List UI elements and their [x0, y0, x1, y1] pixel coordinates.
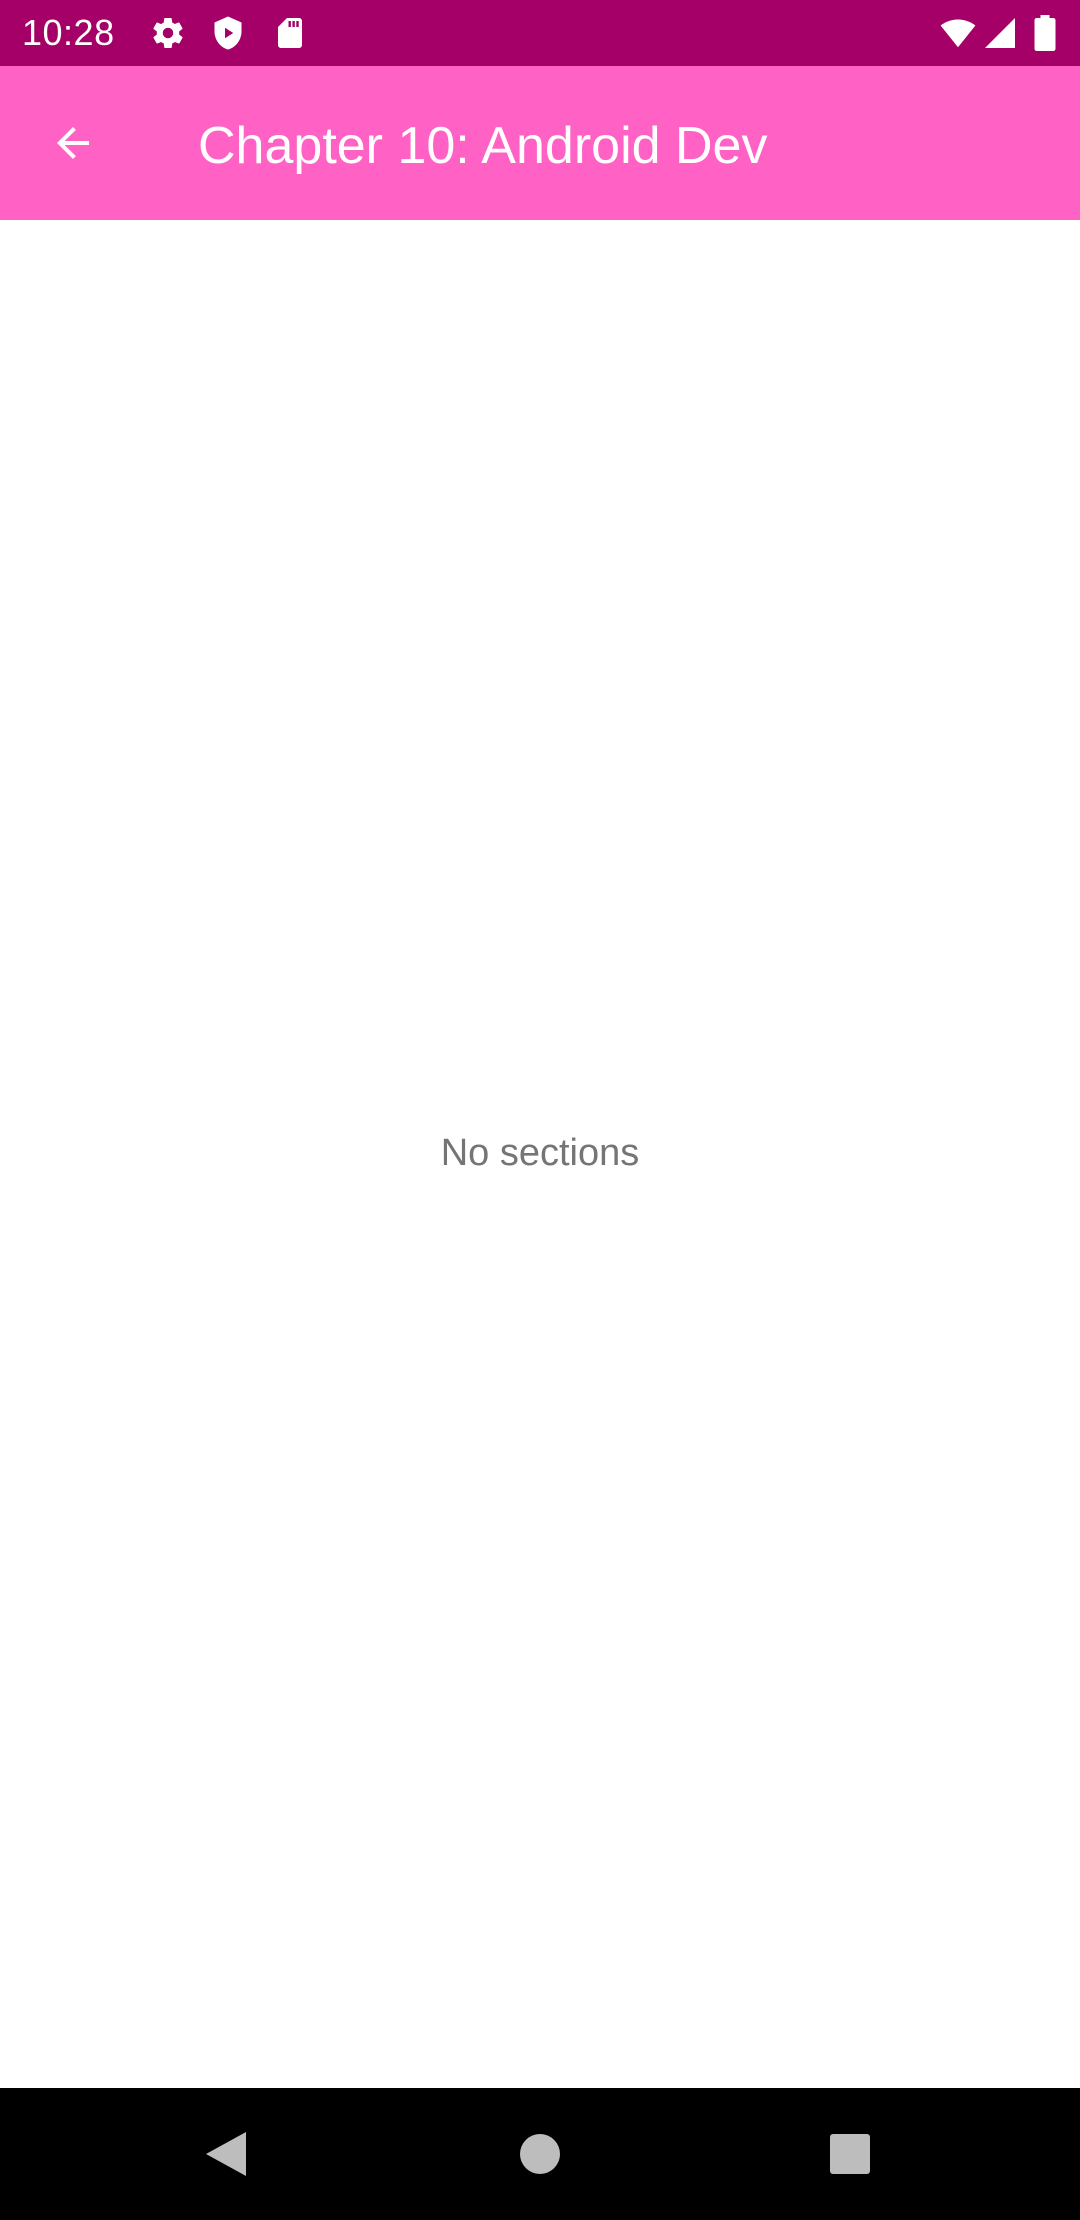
system-navigation-bar: [0, 2088, 1080, 2220]
app-bar: Chapter 10: Android Dev: [0, 66, 1080, 220]
wifi-icon: [938, 15, 978, 51]
status-time: 10:28: [22, 12, 115, 53]
nav-back-button[interactable]: [186, 2114, 266, 2194]
back-triangle-icon: [206, 2132, 246, 2176]
home-circle-icon: [520, 2134, 560, 2174]
shield-icon: [210, 15, 246, 51]
nav-recents-button[interactable]: [810, 2114, 890, 2194]
status-bar: 10:28: [0, 0, 1080, 66]
sd-card-icon: [272, 15, 308, 51]
recents-square-icon: [830, 2134, 870, 2174]
sections-list: No sections: [0, 220, 1080, 2088]
empty-state-message: No sections: [440, 1132, 640, 1174]
back-button[interactable]: [28, 98, 118, 188]
arrow-back-icon: [57, 127, 89, 159]
nav-home-button[interactable]: [500, 2114, 580, 2194]
settings-icon: [150, 15, 186, 51]
cellular-signal-icon: [982, 15, 1018, 51]
battery-icon: [1030, 15, 1060, 51]
page-title: Chapter 10: Android Dev: [198, 117, 768, 175]
